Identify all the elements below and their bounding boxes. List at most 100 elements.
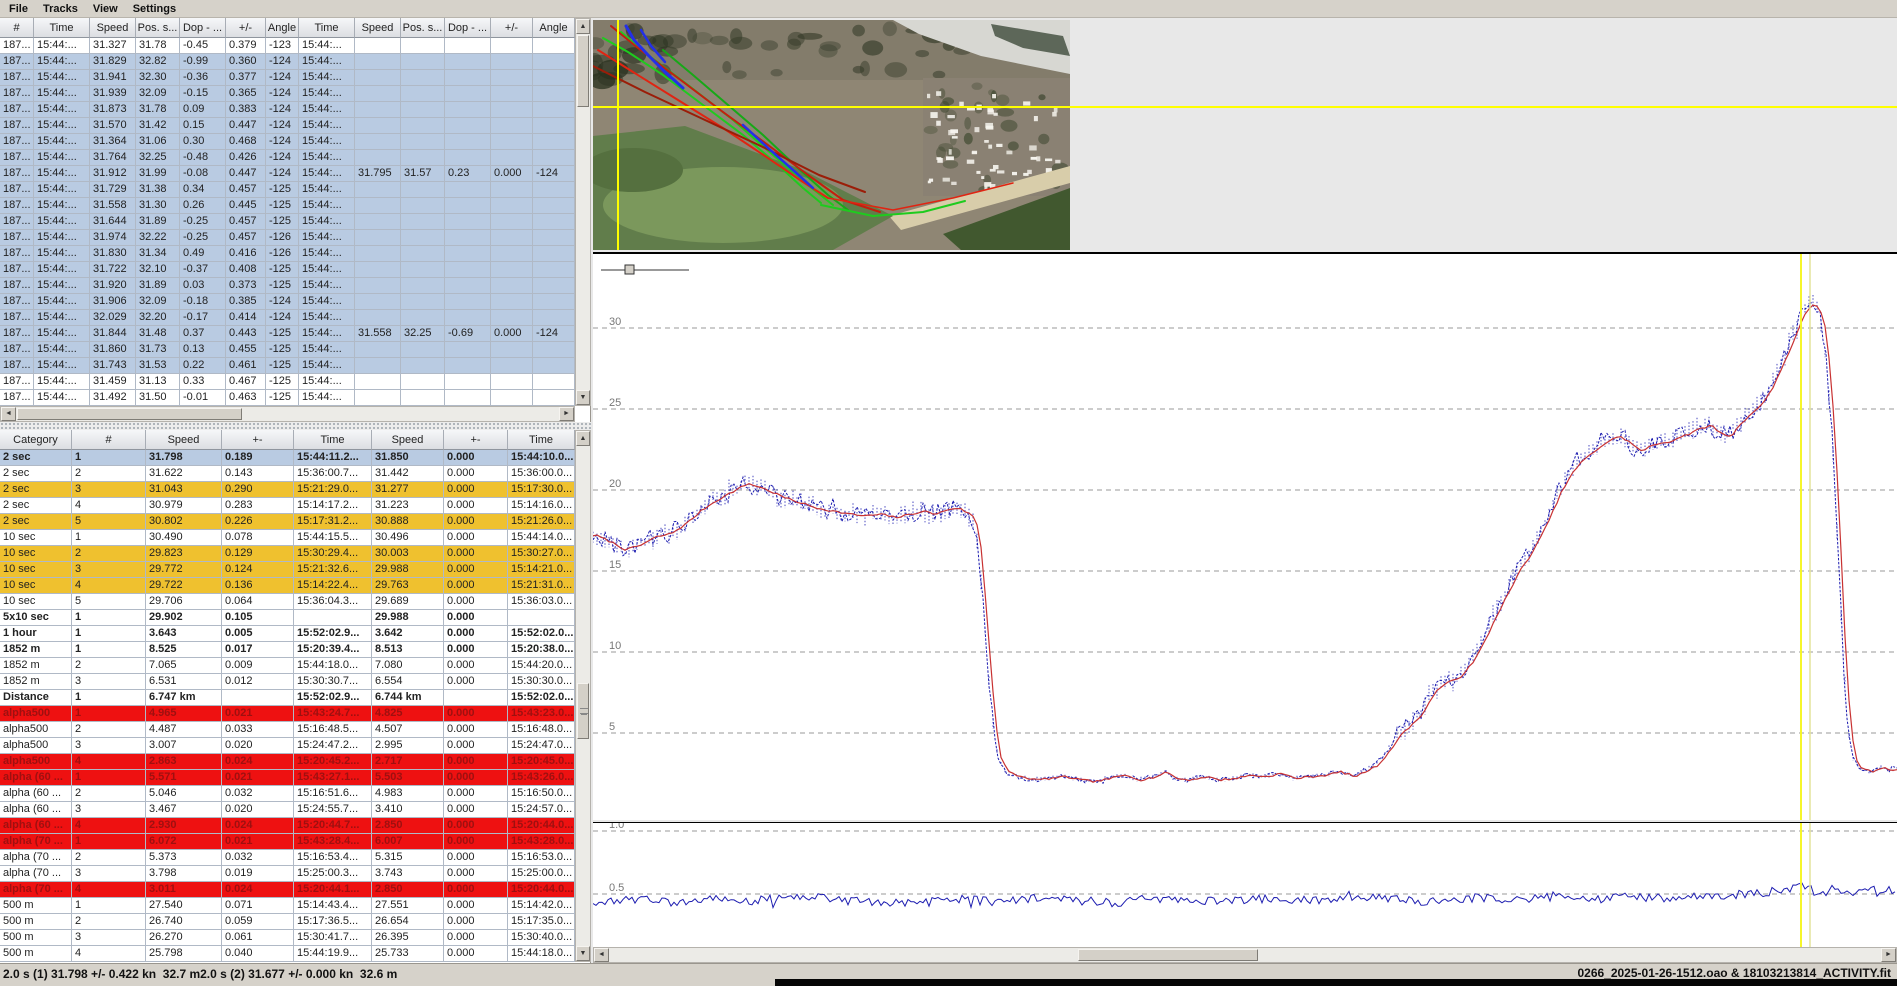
column-header[interactable]: Time — [294, 430, 372, 450]
track-point-row[interactable]: 187...15:44:...31.86031.730.130.455-1251… — [0, 342, 575, 358]
track-point-row[interactable]: 187...15:44:...31.92031.890.030.373-1251… — [0, 278, 575, 294]
track-table-scrollbar-thumb[interactable] — [577, 35, 589, 107]
result-row[interactable]: 2 sec131.7980.18915:44:11.2...31.8500.00… — [0, 450, 575, 466]
result-row[interactable]: 500 m226.7400.05915:17:36.5...26.6540.00… — [0, 914, 575, 930]
result-row[interactable]: 10 sec329.7720.12415:21:32.6...29.9880.0… — [0, 562, 575, 578]
menu-view[interactable]: View — [88, 2, 128, 16]
column-header[interactable]: +/- — [226, 18, 266, 38]
track-point-row[interactable]: 187...15:44:...31.83031.340.490.416-1261… — [0, 246, 575, 262]
scroll-right-icon[interactable]: ► — [559, 407, 574, 421]
scroll-left-icon[interactable]: ◄ — [1, 407, 16, 421]
result-row[interactable]: alpha50024.4870.03315:16:48.5...4.5070.0… — [0, 722, 575, 738]
track-point-row[interactable]: 187...15:44:...31.93932.09-0.150.365-124… — [0, 86, 575, 102]
chart-hscrollbar[interactable]: ◄ ► — [593, 947, 1897, 963]
result-row[interactable]: 5x10 sec129.9020.10529.9880.000 — [0, 610, 575, 626]
track-point-row[interactable]: 187...15:44:...31.91231.99-0.080.447-124… — [0, 166, 575, 182]
result-row[interactable]: 2 sec331.0430.29015:21:29.0...31.2770.00… — [0, 482, 575, 498]
track-point-row[interactable]: 187...15:44:...31.55831.300.260.445-1251… — [0, 198, 575, 214]
result-row[interactable]: alpha (70 ...33.7980.01915:25:00.3...3.7… — [0, 866, 575, 882]
result-row[interactable]: 10 sec429.7220.13615:14:22.4...29.7630.0… — [0, 578, 575, 594]
result-row[interactable]: alpha (60 ...42.9300.02415:20:44.7...2.8… — [0, 818, 575, 834]
result-row[interactable]: alpha50033.0070.02015:24:47.2...2.9950.0… — [0, 738, 575, 754]
result-row[interactable]: alpha50042.8630.02415:20:45.2...2.7170.0… — [0, 754, 575, 770]
result-row[interactable]: alpha (70 ...43.0110.02415:20:44.1...2.8… — [0, 882, 575, 898]
result-row[interactable]: 1852 m36.5310.01215:30:30.7...6.5540.000… — [0, 674, 575, 690]
result-row[interactable]: 1852 m18.5250.01715:20:39.4...8.5130.000… — [0, 642, 575, 658]
panel-splitter[interactable] — [0, 422, 591, 430]
column-header[interactable]: # — [72, 430, 146, 450]
speed-chart[interactable]: 51015202530 — [593, 252, 1897, 820]
track-point-row[interactable]: 187...15:44:...31.57031.420.150.447-1241… — [0, 118, 575, 134]
scroll-down-icon[interactable]: ▼ — [576, 390, 590, 405]
result-row[interactable]: 500 m127.5400.07115:14:43.4...27.5510.00… — [0, 898, 575, 914]
scroll-down-icon[interactable]: ▼ — [576, 946, 590, 961]
scroll-up-icon[interactable]: ▲ — [576, 431, 590, 446]
track-point-row[interactable]: 187...15:44:...31.97432.22-0.250.457-126… — [0, 230, 575, 246]
scroll-up-icon[interactable]: ▲ — [576, 19, 590, 34]
column-header[interactable]: Speed — [146, 430, 222, 450]
column-header[interactable]: Speed — [372, 430, 444, 450]
result-row[interactable]: 2 sec430.9790.28315:14:17.2...31.2230.00… — [0, 498, 575, 514]
result-row[interactable]: alpha (60 ...15.5710.02115:43:27.1...5.5… — [0, 770, 575, 786]
column-header[interactable]: Speed — [355, 18, 401, 38]
track-point-row[interactable]: 187...15:44:...31.45931.130.330.467-1251… — [0, 374, 575, 390]
column-header[interactable]: Category — [0, 430, 72, 450]
column-header[interactable]: +- — [444, 430, 508, 450]
chart-hthumb[interactable] — [1078, 949, 1258, 961]
column-header[interactable]: +- — [222, 430, 294, 450]
track-point-row[interactable]: 187...15:44:...31.74331.530.220.461-1251… — [0, 358, 575, 374]
result-row[interactable]: 10 sec130.4900.07815:44:15.5...30.4960.0… — [0, 530, 575, 546]
column-header[interactable]: Time — [299, 18, 355, 38]
result-row[interactable]: alpha (60 ...33.4670.02015:24:55.7...3.4… — [0, 802, 575, 818]
results-scrollbar-thumb[interactable] — [577, 683, 589, 739]
result-row[interactable]: 500 m425.7980.04015:44:19.9...25.7330.00… — [0, 946, 575, 962]
result-row[interactable]: 10 sec229.8230.12915:30:29.4...30.0030.0… — [0, 546, 575, 562]
menu-settings[interactable]: Settings — [128, 2, 186, 16]
track-table-hscrollbar[interactable]: ◄ ► — [0, 406, 575, 422]
track-table-vscrollbar[interactable]: ▲ ▼ — [575, 18, 591, 406]
column-header[interactable]: Pos. s... — [136, 18, 180, 38]
track-point-row[interactable]: 187...15:44:...31.32731.78-0.450.379-123… — [0, 38, 575, 54]
column-header[interactable]: # — [0, 18, 34, 38]
scroll-right-icon[interactable]: ► — [1881, 948, 1896, 962]
column-header[interactable]: Time — [508, 430, 575, 450]
scroll-left-icon[interactable]: ◄ — [594, 948, 609, 962]
result-row[interactable]: 1 hour13.6430.00515:52:02.9...3.6420.000… — [0, 626, 575, 642]
track-point-row[interactable]: 187...15:44:...31.49231.50-0.010.463-125… — [0, 390, 575, 406]
track-point-row[interactable]: 187...15:44:...31.76432.25-0.480.426-124… — [0, 150, 575, 166]
track-point-row[interactable]: 187...15:44:...31.94132.30-0.360.377-124… — [0, 70, 575, 86]
track-table-hthumb[interactable] — [17, 408, 242, 420]
result-row[interactable]: 2 sec530.8020.22615:17:31.2...30.8880.00… — [0, 514, 575, 530]
result-row[interactable]: 2 sec231.6220.14315:36:00.7...31.4420.00… — [0, 466, 575, 482]
result-row[interactable]: 1852 m27.0650.00915:44:18.0...7.0800.000… — [0, 658, 575, 674]
track-point-row[interactable]: 187...15:44:...31.87331.780.090.383-1241… — [0, 102, 575, 118]
menu-tracks[interactable]: Tracks — [38, 2, 88, 16]
track-point-row[interactable]: 187...15:44:...31.90632.09-0.180.385-124… — [0, 294, 575, 310]
result-row[interactable]: 500 m326.2700.06115:30:41.7...26.3950.00… — [0, 930, 575, 946]
track-point-row[interactable]: 187...15:44:...32.02932.20-0.170.414-124… — [0, 310, 575, 326]
result-row[interactable]: alpha (60 ...25.0460.03215:16:51.6...4.9… — [0, 786, 575, 802]
menu-file[interactable]: File — [4, 2, 38, 16]
result-row[interactable]: Distance16.747 km15:52:02.9...6.744 km15… — [0, 690, 575, 706]
result-row[interactable]: alpha (70 ...16.0720.02115:43:28.4...6.0… — [0, 834, 575, 850]
column-header[interactable]: Pos. s... — [401, 18, 445, 38]
track-point-row[interactable]: 187...15:44:...31.84431.480.370.443-1251… — [0, 326, 575, 342]
map-view[interactable] — [593, 20, 1070, 250]
results-vscrollbar[interactable]: ▲ ▼ — [575, 430, 591, 962]
column-header[interactable]: Angle — [533, 18, 575, 38]
column-header[interactable]: Angle — [266, 18, 299, 38]
column-header[interactable]: Time — [34, 18, 90, 38]
result-row[interactable]: alpha50014.9650.02115:43:24.7...4.8250.0… — [0, 706, 575, 722]
track-point-row[interactable]: 187...15:44:...31.82932.82-0.990.360-124… — [0, 54, 575, 70]
column-header[interactable]: Speed — [90, 18, 136, 38]
column-header[interactable]: +/- — [491, 18, 533, 38]
column-header[interactable]: Dop - ... — [180, 18, 226, 38]
result-row[interactable]: alpha (70 ...25.3730.03215:16:53.4...5.3… — [0, 850, 575, 866]
result-row[interactable]: 10 sec529.7060.06415:36:04.3...29.6890.0… — [0, 594, 575, 610]
track-point-row[interactable]: 187...15:44:...31.72232.10-0.370.408-125… — [0, 262, 575, 278]
accuracy-chart[interactable]: 0.51.0 — [593, 822, 1897, 947]
track-point-row[interactable]: 187...15:44:...31.72931.380.340.457-1251… — [0, 182, 575, 198]
column-header[interactable]: Dop - ... — [445, 18, 491, 38]
track-point-row[interactable]: 187...15:44:...31.36431.060.300.468-1241… — [0, 134, 575, 150]
track-point-row[interactable]: 187...15:44:...31.64431.89-0.250.457-125… — [0, 214, 575, 230]
